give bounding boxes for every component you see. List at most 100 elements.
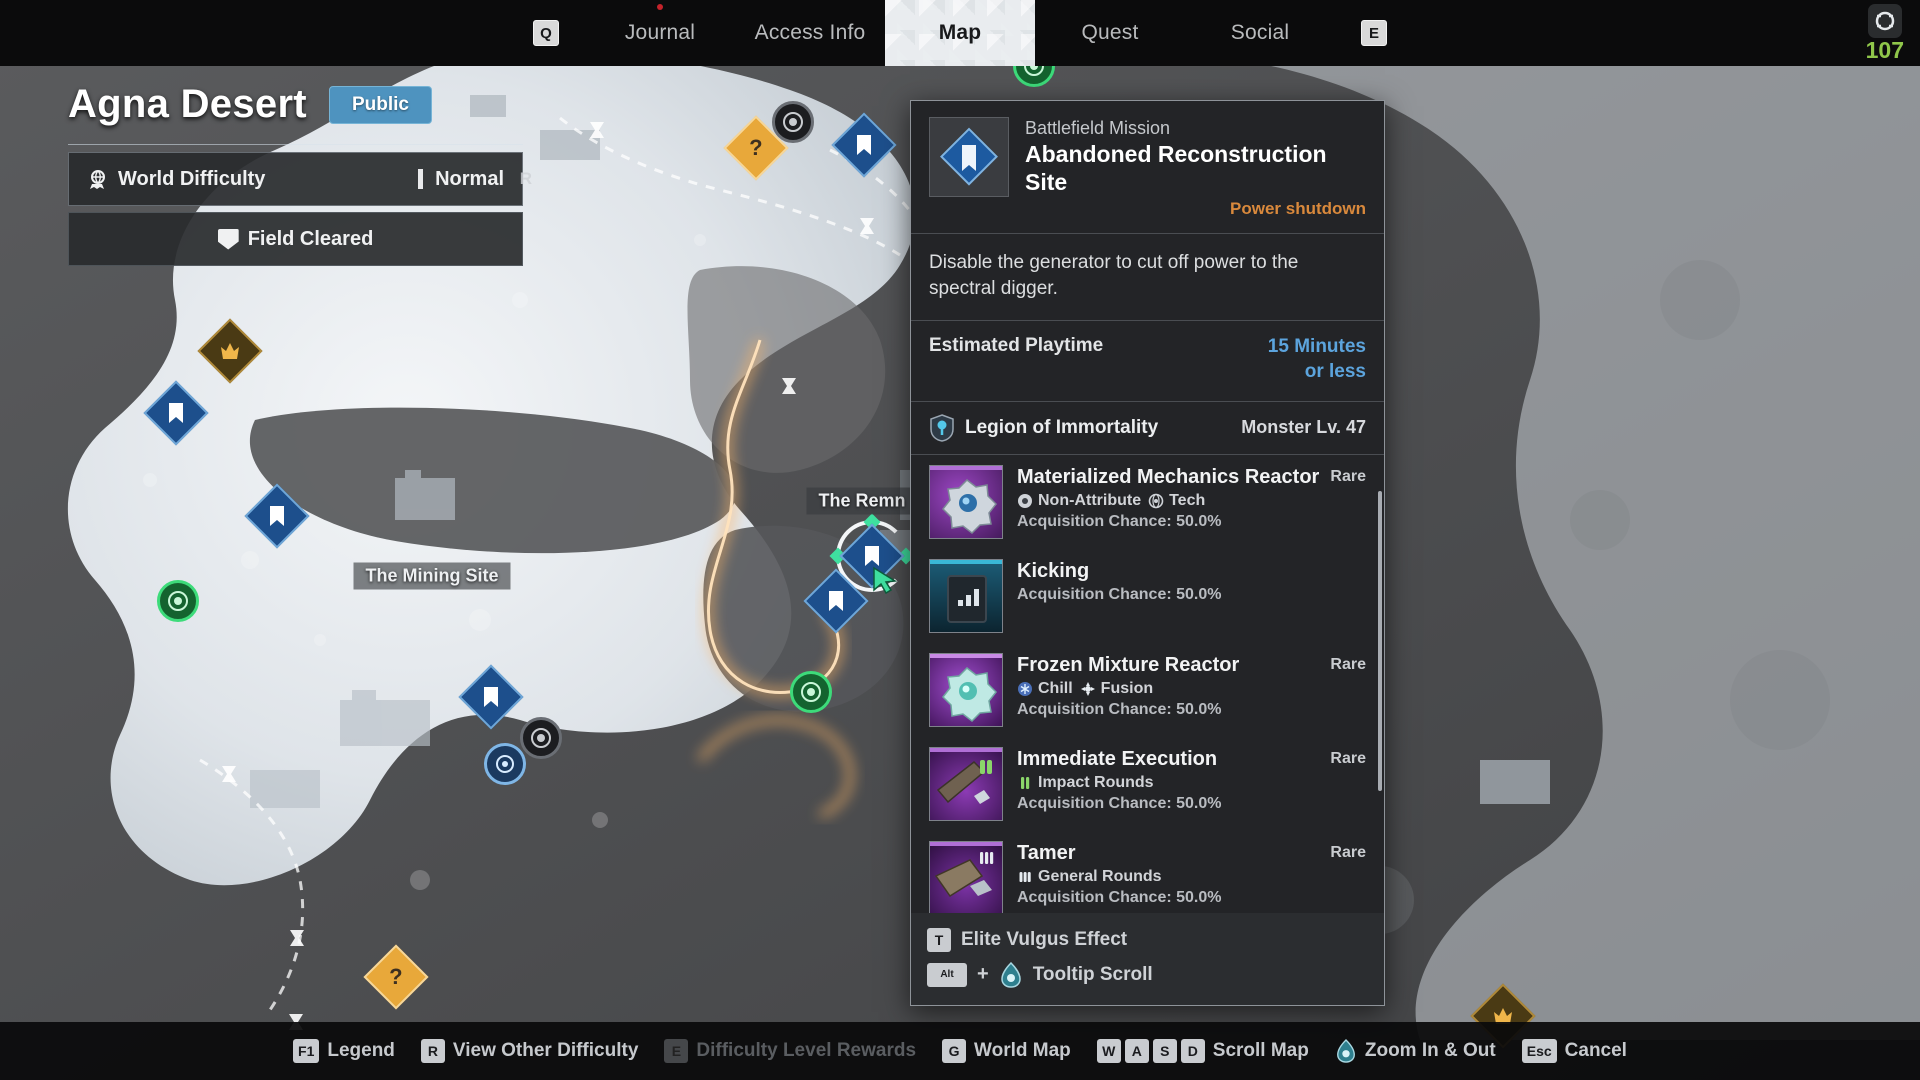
- reward-chance: Acquisition Chance: 50.0%: [1017, 701, 1222, 719]
- reward-attribute-label: Fusion: [1100, 680, 1154, 698]
- mission-panel-footer: T Elite Vulgus Effect Alt + Tooltip Scro…: [911, 912, 1384, 1005]
- elite-vulgus-key[interactable]: T: [927, 927, 951, 952]
- map-marker-teleport[interactable]: [157, 580, 199, 622]
- field-cleared-row[interactable]: Field Cleared: [68, 212, 523, 266]
- playtime-line-2: or less: [1304, 361, 1366, 383]
- tooltip-scroll-row[interactable]: Alt + Tooltip Scroll: [927, 957, 1368, 993]
- resource-orb-icon: [1867, 4, 1902, 38]
- nav-prev-key[interactable]: Q: [533, 20, 559, 46]
- reward-attribute: Fusion: [1080, 680, 1153, 698]
- reward-item[interactable]: Tamer Rare General Rounds Acquisition Ch…: [911, 831, 1384, 913]
- mission-description: Disable the generator to cut off power t…: [929, 252, 1299, 300]
- reward-item[interactable]: Materialized Mechanics Reactor Rare Non-…: [911, 455, 1384, 549]
- reward-name: Frozen Mixture Reactor: [1017, 653, 1240, 676]
- world-difficulty-value: Normal: [435, 167, 504, 190]
- tab-label: Journal: [624, 21, 696, 44]
- reward-thumbnail: [929, 840, 1003, 913]
- estimated-playtime-value: 15 Minutes or less: [1268, 335, 1366, 384]
- reward-thumbnail: [929, 464, 1003, 539]
- mission-tooltip-panel[interactable]: Battlefield Mission Abandoned Reconstruc…: [910, 100, 1385, 1006]
- weapon-item-icon: [934, 851, 994, 897]
- hint-scroll-map[interactable]: W A S D Scroll Map: [1096, 1039, 1309, 1063]
- mission-banner-icon: [169, 403, 183, 423]
- alt-key[interactable]: Alt: [927, 962, 967, 987]
- playtime-line-1: 15 Minutes: [1267, 336, 1366, 358]
- reward-name: Tamer: [1017, 841, 1076, 864]
- teleport-icon: [168, 591, 188, 611]
- chill-icon: [1018, 682, 1032, 697]
- hint-zoom[interactable]: Zoom In & Out: [1335, 1038, 1496, 1064]
- map-marker-teleport[interactable]: [790, 671, 832, 713]
- reward-attribute-label: Non-Attribute: [1038, 492, 1142, 510]
- reward-item[interactable]: Immediate Execution Rare Impact Rounds A…: [911, 737, 1384, 831]
- faction-name: Legion of Immortality: [965, 416, 1159, 438]
- hint-view-other-difficulty[interactable]: R View Other Difficulty: [420, 1039, 638, 1063]
- hint-legend[interactable]: F1 Legend: [293, 1039, 395, 1063]
- reward-item[interactable]: Kicking Acquisition Chance: 50.0%: [911, 549, 1384, 643]
- key-a[interactable]: A: [1124, 1039, 1149, 1063]
- teleport-icon: [783, 112, 803, 132]
- key-g[interactable]: G: [942, 1039, 967, 1063]
- zone-info-panel: Agna Desert Public World Difficulty Norm…: [68, 82, 532, 266]
- mouse-wheel-icon: [1336, 1039, 1355, 1063]
- reward-name: Immediate Execution: [1017, 747, 1218, 770]
- reward-list-scrollbar[interactable]: [1378, 490, 1382, 791]
- hint-world-map[interactable]: G World Map: [942, 1039, 1071, 1063]
- difficulty-indicator: [418, 169, 424, 189]
- reward-attribute: General Rounds: [1017, 868, 1162, 886]
- key-s[interactable]: S: [1152, 1039, 1177, 1063]
- tab-label: Social: [1230, 21, 1290, 44]
- key-f1[interactable]: F1: [293, 1039, 320, 1063]
- reward-attribute-label: Chill: [1038, 680, 1073, 698]
- resource-counter: 107: [1866, 4, 1904, 62]
- tab-access-info[interactable]: Access Info: [735, 0, 885, 66]
- battlefield-mission-banner-icon: [929, 117, 1009, 197]
- reward-name: Materialized Mechanics Reactor: [1017, 465, 1320, 488]
- tab-label: Map: [938, 21, 982, 44]
- tab-map[interactable]: Map: [885, 0, 1035, 66]
- reactor-item-icon: [942, 478, 997, 534]
- weapon-item-icon: [936, 759, 992, 804]
- mission-banner-icon: [865, 546, 879, 566]
- map-marker-teleport-inactive[interactable]: [772, 101, 814, 143]
- difficulty-shortcut-key[interactable]: R: [520, 169, 532, 189]
- reward-chance: Acquisition Chance: 50.0%: [1017, 586, 1222, 604]
- monster-level: Monster Lv. 47: [1241, 417, 1366, 438]
- hint-label: Legend: [327, 1040, 395, 1061]
- elite-vulgus-label: Elite Vulgus Effect: [961, 928, 1128, 950]
- question-icon: ?: [389, 963, 403, 989]
- reward-attribute-label: Impact Rounds: [1038, 774, 1154, 792]
- map-marker-teleport-inactive[interactable]: [520, 717, 562, 759]
- mission-banner-icon: [829, 591, 843, 611]
- general-rounds-icon: [1019, 872, 1031, 883]
- reward-item[interactable]: Frozen Mixture Reactor Rare Chill Fusion…: [911, 643, 1384, 737]
- elite-vulgus-effect-row[interactable]: T Elite Vulgus Effect: [927, 923, 1368, 957]
- reward-attributes: Impact Rounds: [1017, 774, 1366, 792]
- key-esc[interactable]: Esc: [1521, 1039, 1557, 1063]
- tab-social[interactable]: Social: [1185, 0, 1335, 66]
- key-d[interactable]: D: [1180, 1039, 1205, 1063]
- nav-next-key[interactable]: E: [1361, 20, 1387, 46]
- top-navigation-bar[interactable]: Q Journal Access Info Map Quest Social E: [0, 0, 1920, 66]
- reward-name: Kicking: [1017, 559, 1090, 582]
- tab-quest[interactable]: Quest: [1035, 0, 1185, 66]
- tab-journal[interactable]: Journal: [585, 0, 735, 66]
- hint-label: Cancel: [1564, 1040, 1627, 1061]
- hint-label: Difficulty Level Rewards: [696, 1040, 917, 1061]
- hint-label: World Map: [974, 1040, 1071, 1061]
- reward-attributes: General Rounds: [1017, 868, 1366, 886]
- reward-rarity: Rare: [1330, 655, 1366, 673]
- key-w[interactable]: W: [1096, 1039, 1121, 1063]
- reward-list[interactable]: Materialized Mechanics Reactor Rare Non-…: [911, 455, 1384, 913]
- reward-thumbnail: [929, 746, 1003, 821]
- hint-cancel[interactable]: Esc Cancel: [1521, 1039, 1627, 1063]
- visibility-badge[interactable]: Public: [328, 85, 432, 124]
- difficulty-globe-icon: [90, 170, 105, 189]
- map-area-label: The Remn: [806, 487, 918, 515]
- tab-label: Quest: [1081, 21, 1139, 44]
- key-r[interactable]: R: [420, 1039, 445, 1063]
- world-difficulty-row[interactable]: World Difficulty Normal R: [68, 152, 532, 206]
- map-marker-scan[interactable]: [484, 743, 526, 785]
- reward-attribute: Chill: [1017, 680, 1073, 698]
- hint-difficulty-level-rewards: E Difficulty Level Rewards: [664, 1039, 916, 1063]
